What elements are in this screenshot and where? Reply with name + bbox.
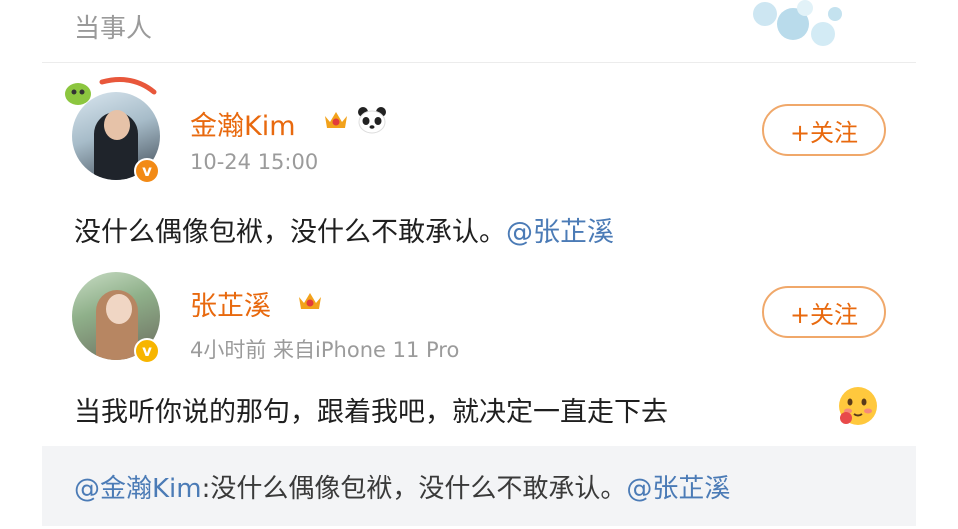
- avatar-face: [106, 294, 132, 324]
- panda-icon: [358, 107, 386, 134]
- mention-link[interactable]: @张芷溪: [626, 474, 730, 504]
- post-meta: 4小时前 来自iPhone 11 Pro: [190, 338, 460, 362]
- post-timestamp: 10-24 15:00: [190, 150, 319, 174]
- username[interactable]: 金瀚Kim: [190, 104, 296, 143]
- post-body: 没什么偶像包袱，没什么不敢承认。: [74, 217, 506, 248]
- follow-button[interactable]: +关注: [762, 286, 886, 338]
- username[interactable]: 张芷溪: [190, 284, 271, 323]
- quoted-post[interactable]: @金瀚Kim:没什么偶像包袱，没什么不敢承认。@张芷溪: [42, 446, 916, 526]
- quote-author-link[interactable]: @金瀚Kim: [74, 474, 202, 504]
- avatar-face: [104, 110, 130, 140]
- quote-text: @金瀚Kim:没什么偶像包袱，没什么不敢承认。@张芷溪: [74, 468, 730, 505]
- crown-level-icon: [299, 293, 321, 309]
- post-text: 没什么偶像包袱，没什么不敢承认。@张芷溪: [74, 210, 614, 249]
- snowflake-decoration-icon: [753, 0, 842, 46]
- section-title: 当事人: [74, 14, 153, 44]
- crown-level-icon: [325, 112, 347, 128]
- blushing-emoji-icon: [839, 387, 877, 425]
- avatar-sticker-icon: [65, 77, 157, 105]
- quote-body: :没什么偶像包袱，没什么不敢承认。: [201, 474, 627, 504]
- mention-link[interactable]: @张芷溪: [506, 217, 614, 248]
- verified-badge-icon: v: [134, 158, 160, 184]
- post-text: 当我听你说的那句，跟着我吧，就决定一直走下去: [74, 397, 668, 428]
- header-divider: [42, 62, 916, 63]
- verified-badge-icon: v: [134, 338, 160, 364]
- follow-button[interactable]: +关注: [762, 104, 886, 156]
